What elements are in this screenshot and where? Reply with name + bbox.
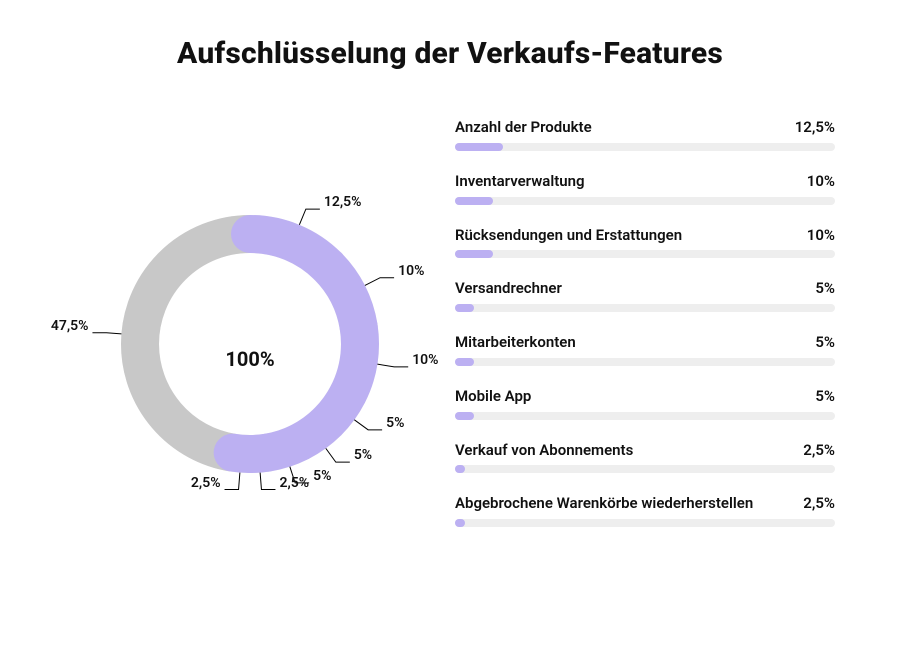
donut-slice-label: 10% (412, 352, 438, 368)
legend-row: Mitarbeiterkonten 5% (455, 333, 835, 366)
legend-row: Versandrechner 5% (455, 279, 835, 312)
legend-bar (455, 304, 835, 312)
legend-bar (455, 197, 835, 205)
legend-bar (455, 412, 835, 420)
legend-bar (455, 143, 835, 151)
legend-row: Rücksendungen und Erstattungen 10% (455, 226, 835, 259)
donut-slice-label: 2,5% (279, 475, 309, 491)
donut-chart: 100% 12,5%10%10%5%5%5%2,5%2,5%47,5% (90, 130, 410, 590)
donut-center-value: 100% (225, 347, 274, 371)
legend-label: Rücksendungen und Erstattungen (455, 226, 682, 245)
donut-slice-label: 12,5% (324, 194, 362, 210)
legend-bar (455, 358, 835, 366)
legend-percent: 2,5% (803, 441, 835, 460)
legend-label: Versandrechner (455, 279, 562, 298)
legend-label: Mobile App (455, 387, 531, 406)
chart-title: Aufschlüsselung der Verkaufs-Features (0, 36, 900, 71)
legend-percent: 5% (815, 387, 835, 406)
legend-percent: 2,5% (803, 494, 835, 513)
legend-row: Verkauf von Abonnements 2,5% (455, 441, 835, 474)
legend-percent: 12,5% (795, 118, 835, 137)
donut-slice-label: 5% (386, 415, 404, 431)
legend-list: Anzahl der Produkte 12,5% Inventarverwaltu… (455, 118, 835, 527)
legend-percent: 10% (807, 226, 835, 245)
legend-label: Abgebrochene Warenkörbe wiederherstellen (455, 494, 753, 513)
donut-slice-label: 2,5% (191, 475, 221, 491)
legend-label: Anzahl der Produkte (455, 118, 592, 137)
legend-bar (455, 465, 835, 473)
donut-slice-label: 10% (398, 263, 424, 279)
donut-slice-label: 47,5% (51, 318, 89, 334)
legend-bar (455, 250, 835, 258)
legend-label: Verkauf von Abonnements (455, 441, 633, 460)
legend-row: Inventarverwaltung 10% (455, 172, 835, 205)
legend-percent: 5% (815, 279, 835, 298)
legend-percent: 5% (815, 333, 835, 352)
donut-slice-label: 5% (313, 468, 331, 484)
legend-label: Inventarverwaltung (455, 172, 585, 191)
legend-row: Abgebrochene Warenkörbe wiederherstellen… (455, 494, 835, 527)
legend-bar (455, 519, 835, 527)
legend-row: Mobile App 5% (455, 387, 835, 420)
donut-slice-label: 5% (354, 447, 372, 463)
legend-row: Anzahl der Produkte 12,5% (455, 118, 835, 151)
legend-percent: 10% (807, 172, 835, 191)
legend-label: Mitarbeiterkonten (455, 333, 576, 352)
